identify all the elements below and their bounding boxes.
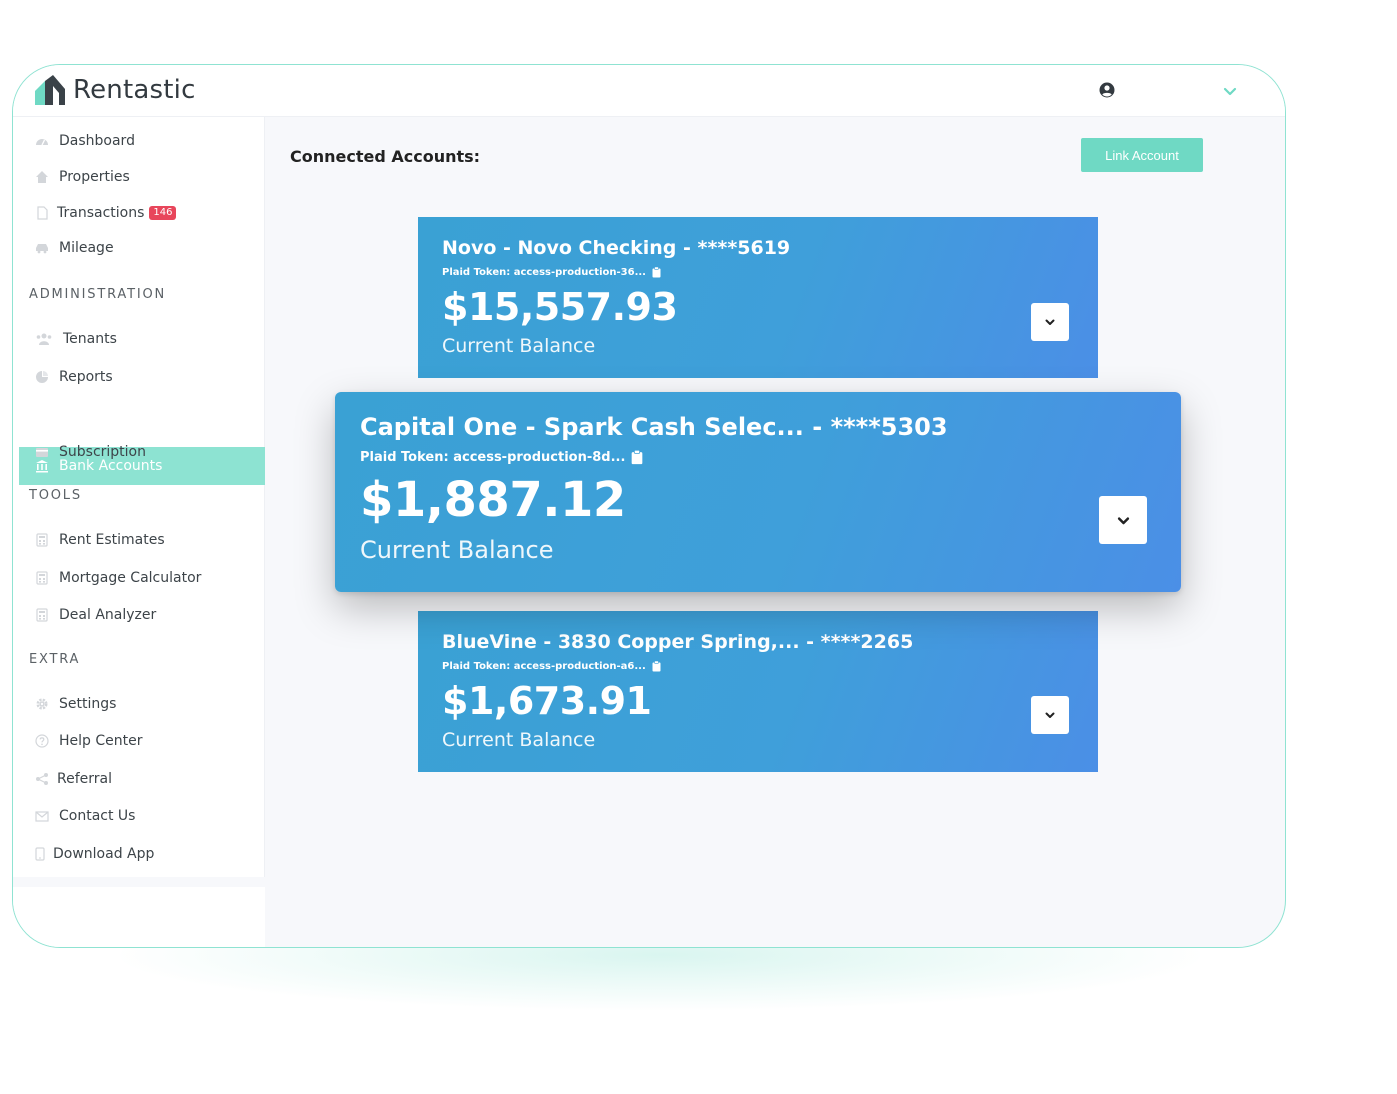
page-title: Connected Accounts: — [290, 147, 481, 166]
current-balance-label: Current Balance — [360, 536, 554, 564]
sidebar-item-reports[interactable]: Reports — [35, 366, 113, 388]
app-window: Rentastic Dashboard Properties Transacti… — [12, 64, 1286, 948]
account-card-capital-one[interactable]: Capital One - Spark Cash Selec... - ****… — [335, 392, 1181, 592]
sidebar-item-label: Subscription — [59, 444, 146, 460]
section-label-administration: ADMINISTRATION — [29, 287, 167, 302]
plaid-token-text: Plaid Token: access-production-8d... — [360, 450, 626, 465]
account-dropdown-button[interactable] — [1031, 696, 1069, 734]
plaid-token: Plaid Token: access-production-36... — [442, 267, 661, 278]
plaid-token-text: Plaid Token: access-production-36... — [442, 267, 646, 278]
sidebar-item-deal-analyzer[interactable]: Deal Analyzer — [35, 604, 156, 626]
current-balance-amount: $1,673.91 — [442, 679, 652, 723]
sidebar-item-subscription[interactable]: Subscription — [35, 441, 146, 463]
account-dropdown-button[interactable] — [1099, 496, 1147, 544]
clipboard-icon[interactable] — [652, 661, 661, 672]
plaid-token-text: Plaid Token: access-production-a6... — [442, 661, 646, 672]
current-balance-amount: $15,557.93 — [442, 285, 678, 329]
chevron-down-icon[interactable] — [1222, 83, 1238, 99]
plaid-token: Plaid Token: access-production-8d... — [360, 450, 643, 465]
car-icon — [36, 244, 48, 254]
calculator-icon — [36, 533, 48, 547]
dashboard-icon — [36, 139, 48, 146]
app-logo[interactable]: Rentastic — [33, 73, 196, 107]
sidebar-footer — [13, 887, 265, 947]
sidebar-item-referral[interactable]: Referral — [35, 768, 112, 790]
chevron-down-icon — [1045, 319, 1055, 325]
sidebar-item-label: Help Center — [59, 733, 143, 749]
sidebar-item-help-center[interactable]: Help Center — [35, 730, 143, 752]
gear-icon — [36, 698, 48, 710]
sidebar-item-rent-estimates[interactable]: Rent Estimates — [35, 529, 165, 551]
sidebar-item-properties[interactable]: Properties — [35, 166, 130, 188]
sidebar-item-transactions[interactable]: Transactions 146 — [35, 202, 177, 224]
account-dropdown-button[interactable] — [1031, 303, 1069, 341]
sidebar-item-label: Tenants — [63, 331, 117, 347]
account-title: Capital One - Spark Cash Selec... - ****… — [360, 413, 948, 441]
transactions-count-badge: 146 — [149, 206, 177, 220]
users-icon — [36, 333, 52, 345]
sidebar-item-label: Referral — [57, 771, 112, 787]
user-icon[interactable] — [1099, 82, 1115, 98]
sidebar-item-label: Deal Analyzer — [59, 607, 157, 623]
account-title: BlueVine - 3830 Copper Spring,... - ****… — [442, 631, 914, 653]
section-label-extra: EXTRA — [29, 652, 81, 667]
calculator-icon — [36, 571, 48, 585]
sidebar-item-dashboard[interactable]: Dashboard — [35, 130, 135, 152]
sidebar-item-label: Download App — [53, 846, 155, 862]
sidebar-item-label: Transactions — [57, 205, 145, 221]
question-icon — [35, 734, 49, 748]
account-title: Novo - Novo Checking - ****5619 — [442, 237, 791, 259]
section-label-tools: TOOLS — [29, 488, 82, 503]
top-bar: Rentastic — [13, 65, 1285, 117]
sidebar-item-download-app[interactable]: Download App — [35, 843, 154, 865]
plaid-token: Plaid Token: access-production-a6... — [442, 661, 661, 672]
calculator-icon — [36, 608, 48, 622]
sidebar-item-label: Rent Estimates — [59, 532, 165, 548]
sidebar-item-label: Properties — [59, 169, 130, 185]
sidebar-item-tenants[interactable]: Tenants — [35, 328, 117, 350]
house-logo-icon — [35, 75, 65, 105]
current-balance-label: Current Balance — [442, 729, 596, 751]
sidebar: Dashboard Properties Transactions 146 Mi… — [13, 117, 265, 877]
envelope-icon — [35, 811, 49, 822]
pie-chart-icon — [36, 371, 48, 383]
sidebar-item-mortgage-calculator[interactable]: Mortgage Calculator — [35, 567, 201, 589]
sidebar-item-settings[interactable]: Settings — [35, 693, 116, 715]
current-balance-amount: $1,887.12 — [360, 472, 626, 528]
current-balance-label: Current Balance — [442, 335, 596, 357]
clipboard-icon[interactable] — [631, 450, 643, 465]
sidebar-item-label: Settings — [59, 696, 117, 712]
share-icon — [36, 773, 48, 785]
home-icon — [36, 171, 48, 183]
document-icon — [37, 206, 48, 220]
link-account-button[interactable]: Link Account — [1081, 138, 1203, 172]
sidebar-item-label: Dashboard — [59, 133, 135, 149]
card-icon — [36, 448, 48, 457]
sidebar-item-label: Reports — [59, 369, 113, 385]
app-name: Rentastic — [73, 75, 196, 105]
chevron-down-icon — [1117, 516, 1129, 524]
clipboard-icon[interactable] — [652, 267, 661, 278]
sidebar-item-contact-us[interactable]: Contact Us — [35, 805, 135, 827]
sidebar-item-label: Mortgage Calculator — [59, 570, 202, 586]
account-card-bluevine[interactable]: BlueVine - 3830 Copper Spring,... - ****… — [418, 611, 1098, 772]
sidebar-item-mileage[interactable]: Mileage — [35, 237, 114, 259]
sidebar-item-label: Contact Us — [59, 808, 136, 824]
chevron-down-icon — [1045, 712, 1055, 718]
account-card-novo[interactable]: Novo - Novo Checking - ****5619 Plaid To… — [418, 217, 1098, 378]
phone-icon — [35, 847, 45, 861]
sidebar-item-label: Mileage — [59, 240, 114, 256]
